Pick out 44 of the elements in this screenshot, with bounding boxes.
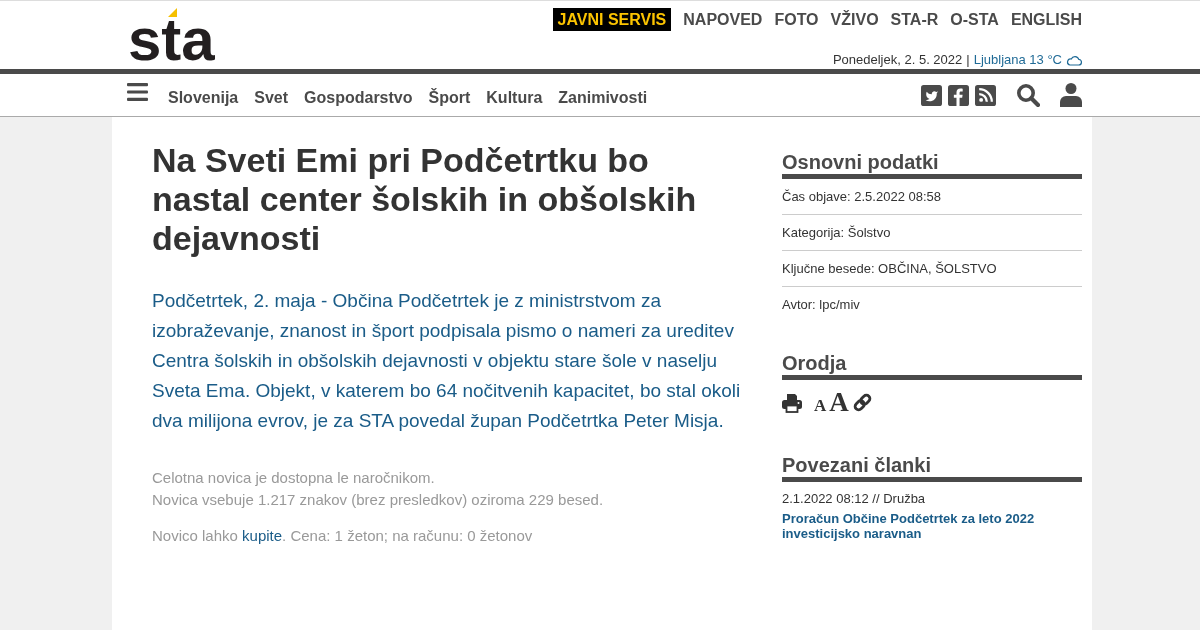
nav-link[interactable]: Zanimivosti — [558, 89, 648, 107]
article-title: Na Sveti Emi pri Podčetrtku bo nastal center šolskih in obšolskih dejavnosti — [152, 141, 698, 258]
printer-icon[interactable] — [782, 393, 802, 413]
weather-link[interactable]: Ljubljana 13 °C — [973, 52, 1082, 68]
nav-link[interactable]: Svet — [254, 89, 289, 107]
subscription-notice: Celotna novica je dostopna le naročnikom. — [152, 468, 436, 488]
search-icon[interactable] — [1016, 83, 1040, 107]
buy-link[interactable]: kupite — [242, 527, 283, 544]
nav-link[interactable]: Šport — [428, 89, 471, 107]
font-larger-button[interactable]: A — [829, 392, 849, 413]
section-heading: Povezani članki — [782, 453, 1082, 482]
cloud-icon — [1066, 54, 1082, 66]
top-link[interactable]: VŽIVO — [830, 8, 879, 31]
related-article-link[interactable]: Proračun Občine Podčetrtek za leto 2022 investicijsko naravnan — [782, 511, 1082, 541]
nav-link[interactable]: Slovenija — [168, 89, 239, 107]
info-row: Kategorija: Šolstvo — [782, 215, 1082, 251]
menu-icon[interactable] — [127, 83, 148, 101]
top-link[interactable]: NAPOVED — [683, 8, 763, 31]
info-row: Ključne besede: OBČINA, ŠOLSTVO — [782, 251, 1082, 287]
nav-link[interactable]: Gospodarstvo — [304, 89, 413, 107]
nav-link[interactable]: Kultura — [486, 89, 543, 107]
facebook-icon[interactable] — [948, 84, 969, 106]
rss-icon[interactable] — [975, 84, 996, 106]
twitter-icon[interactable] — [921, 84, 942, 106]
info-row-text: Avtor: lpc/miv — [782, 296, 861, 314]
section-heading: Orodja — [782, 351, 1082, 380]
font-smaller-button[interactable]: A — [814, 399, 827, 413]
top-link[interactable]: FOTO — [774, 8, 819, 31]
top-link[interactable]: O-STA — [950, 8, 999, 31]
highlighted-top-link[interactable]: JAVNI SERVIS — [552, 8, 672, 31]
separator-text: | — [966, 52, 970, 68]
section-heading: Osnovni podatki — [782, 150, 1082, 179]
top-link[interactable]: STA-R — [890, 8, 939, 31]
info-row: Čas objave: 2.5.2022 08:58 — [782, 179, 1082, 215]
related-article-meta: 2.1.2022 08:12 // Družba — [782, 491, 927, 507]
date-text: Ponedeljek, 2. 5. 2022 — [832, 52, 963, 68]
user-icon[interactable] — [1060, 83, 1082, 107]
purchase-text: Novico lahko kupite. Cena: 1 žeton; na računu: 0 žetonov — [152, 526, 534, 546]
logo-accent-icon — [168, 8, 177, 17]
logo-text[interactable]: sta — [128, 8, 215, 71]
article-lead: Podčetrtek, 2. maja - Občina Podčetrtek je z ministrstvom za izobraževanje, znanost in šport podpisala pismo o nameri za ureditev Centra šolskih in obšolskih dejavnosti v objektu stare šole v naselju Sveta Ema. Objekt, v katerem bo 64 nočitvenih kapacitet, bo stal okoli dva milijona evrov, je za STA povedal župan Podčetrtka Peter Misja. — [152, 289, 742, 433]
subscription-notice: Novica vsebuje 1.217 znakov (brez presledkov) oziroma 229 besed. — [152, 490, 605, 510]
link-icon[interactable] — [851, 392, 873, 413]
top-link[interactable]: ENGLISH — [1010, 8, 1082, 31]
